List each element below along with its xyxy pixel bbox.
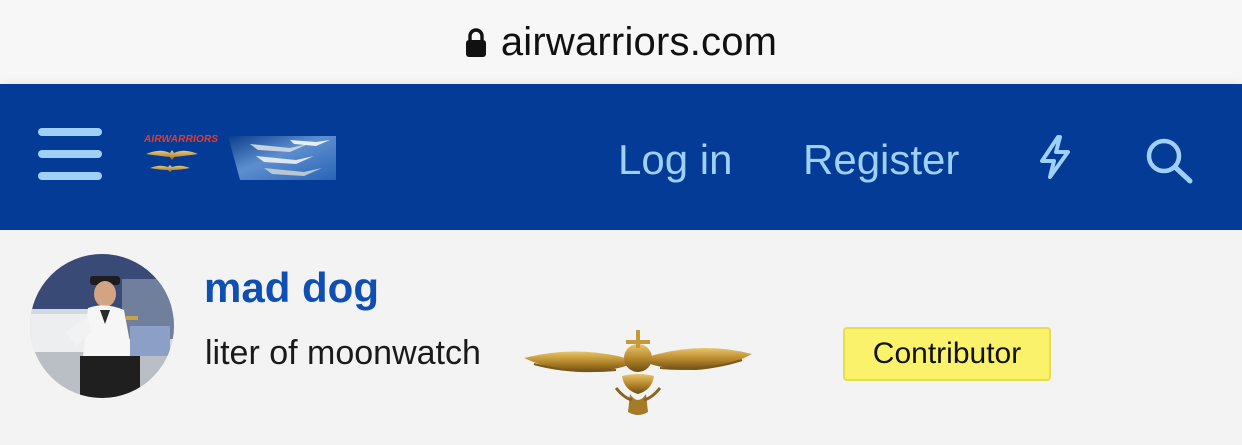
user-title: liter of moonwatch [205, 334, 481, 372]
search-icon[interactable] [1144, 136, 1194, 184]
status-badge: Contributor [843, 327, 1051, 381]
register-link[interactable]: Register [803, 136, 959, 184]
site-header: AIRWARRIORS Log in Register [0, 84, 1242, 230]
login-link[interactable]: Log in [618, 136, 732, 184]
url-text: airwarriors.com [500, 19, 778, 64]
hamburger-icon[interactable] [38, 128, 104, 184]
username[interactable]: mad dog [204, 264, 379, 312]
avatar[interactable] [30, 254, 174, 398]
naval-aviator-wings-icon [524, 330, 752, 415]
profile-header: mad dog liter of moonwatch Contributor [0, 230, 1242, 445]
avatar-photo [30, 254, 174, 398]
lock-icon [465, 28, 486, 57]
site-logo[interactable]: AIRWARRIORS [140, 134, 336, 180]
logo-wordmark: AIRWARRIORS [144, 134, 219, 145]
bolt-icon[interactable] [1036, 134, 1074, 180]
url-display[interactable]: airwarriors.com [465, 20, 777, 65]
browser-url-bar[interactable]: airwarriors.com [0, 0, 1242, 84]
